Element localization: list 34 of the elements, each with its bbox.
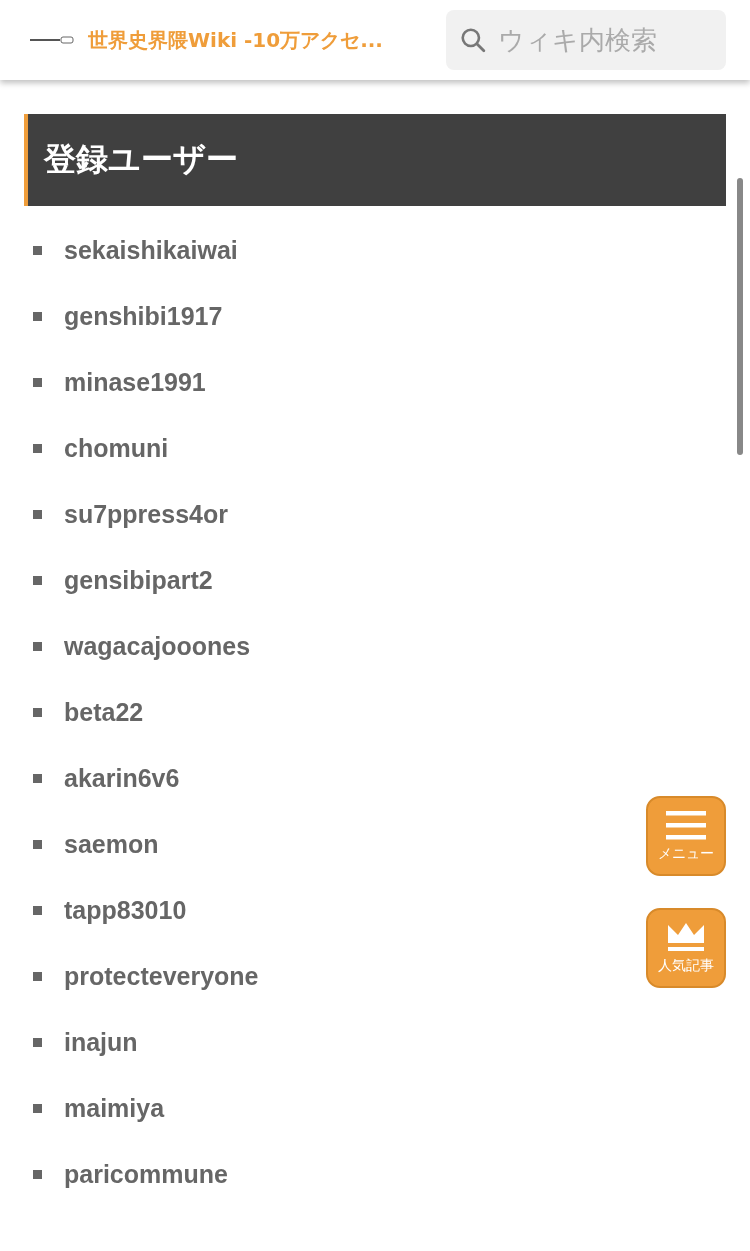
bullet-icon (33, 1103, 42, 1113)
user-link[interactable]: genshibi1917 (64, 301, 223, 331)
user-link[interactable]: wagacajooones (64, 631, 251, 661)
user-link[interactable]: chomuni (64, 433, 169, 463)
user-link[interactable]: su7ppress4or (64, 499, 228, 529)
search-field[interactable]: ウィキ内検索 (446, 10, 726, 70)
user-link[interactable]: minase1991 (64, 367, 206, 397)
user-link[interactable]: tapp83010 (64, 895, 187, 925)
scroll-bar[interactable] (737, 178, 743, 455)
section-heading: 登録ユーザー (24, 114, 726, 206)
bullet-icon (33, 509, 42, 519)
bullet-icon (33, 641, 42, 651)
user-link[interactable]: maimiya (64, 1093, 165, 1123)
user-link[interactable]: akarin6v6 (64, 763, 180, 793)
bullet-icon (33, 839, 42, 849)
bullet-icon (33, 773, 42, 783)
bullet-icon (33, 905, 42, 915)
bullet-icon (33, 245, 42, 255)
user-link[interactable]: inajun (64, 1027, 138, 1057)
bullet-icon (33, 377, 42, 387)
user-link[interactable]: beta22 (64, 697, 144, 727)
bullet-icon (33, 1037, 42, 1047)
menu-icon (664, 809, 708, 841)
user-link[interactable]: protecteveryone (64, 961, 259, 991)
user-link[interactable]: gensibipart2 (64, 565, 213, 595)
user-link[interactable]: sekaishikaiwai (64, 235, 238, 265)
user-link[interactable]: paricommune (64, 1159, 228, 1189)
bullet-icon (33, 311, 42, 321)
bullet-icon (33, 575, 42, 585)
user-link[interactable]: saemon (64, 829, 159, 859)
bullet-icon (33, 707, 42, 717)
bullet-icon (33, 1169, 42, 1179)
bullet-icon (33, 443, 42, 453)
bullet-icon (33, 971, 42, 981)
